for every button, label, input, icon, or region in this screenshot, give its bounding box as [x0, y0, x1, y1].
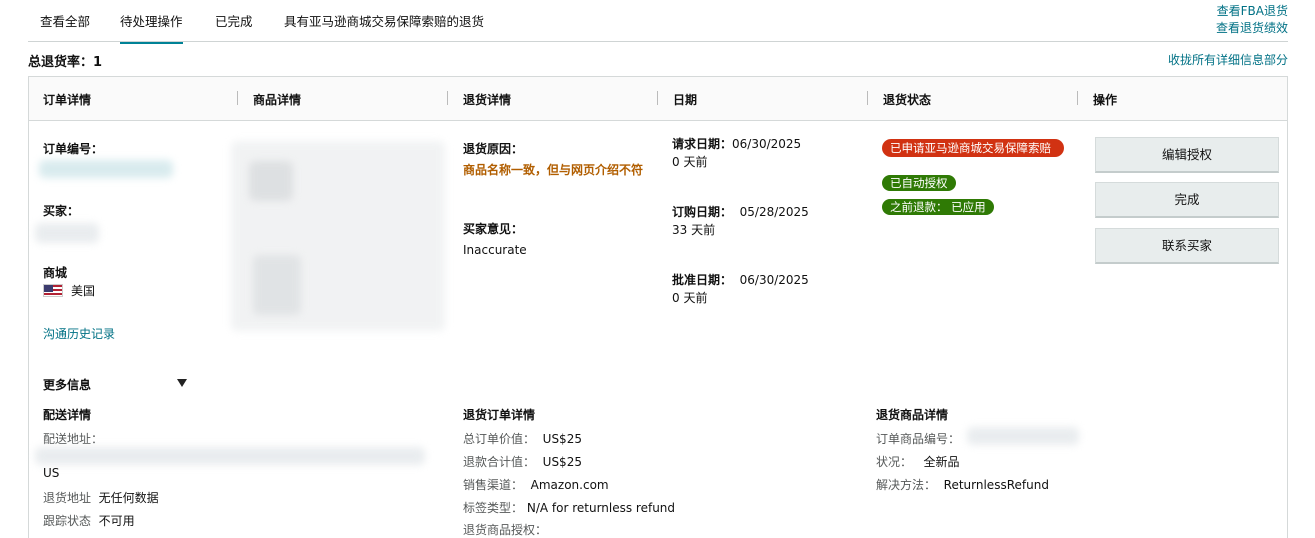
- header-separator: [657, 91, 658, 105]
- return-reason-label: 退货原因：: [463, 142, 524, 156]
- order-number-label: 订单编号：: [43, 142, 104, 156]
- header-return-status: 退货状态: [883, 93, 932, 107]
- approve-date-ago: 0 天前: [672, 291, 708, 305]
- order-number-redacted[interactable]: [39, 160, 173, 178]
- header-actions: 操作: [1093, 93, 1118, 107]
- shipping-country: US: [43, 466, 60, 480]
- view-return-performance-link[interactable]: 查看退货绩效: [1216, 20, 1288, 37]
- buyer-name-redacted[interactable]: [35, 223, 99, 243]
- request-date: 请求日期：06/30/2025: [672, 135, 801, 152]
- tracking-status-value: 不可用: [98, 514, 135, 528]
- refund-total: 退款合计值： US$25: [463, 453, 582, 470]
- order-date-ago: 33 天前: [672, 223, 716, 237]
- buyer-label: 买家：: [43, 204, 80, 218]
- approve-date-label: 批准日期：: [672, 273, 733, 287]
- return-address-label: 退货地址: [43, 491, 92, 505]
- approve-date: 批准日期： 06/30/2025: [672, 271, 809, 288]
- request-date-label: 请求日期：: [672, 137, 733, 151]
- shipping-address-redacted: [35, 447, 425, 465]
- contact-buyer-button[interactable]: 联系买家: [1095, 228, 1279, 264]
- edit-authorization-button[interactable]: 编辑授权: [1095, 137, 1279, 173]
- header-dates: 日期: [673, 93, 698, 107]
- atoz-claim-badge: 已申请亚马逊商城交易保障索赔: [882, 139, 1064, 157]
- resolution-method-label: 解决方法：: [876, 478, 937, 492]
- item-condition-label: 状况：: [876, 455, 913, 469]
- returns-table: 订单详情 商品详情 退货详情 日期 退货状态 操作 订单编号： 买家： 商城 美…: [28, 76, 1288, 538]
- buyer-comment-label: 买家意见：: [463, 222, 524, 236]
- item-condition-value: 全新品: [923, 455, 960, 469]
- header-separator: [447, 91, 448, 105]
- order-item-id-redacted: [967, 427, 1079, 445]
- order-date-label: 订购日期：: [672, 205, 733, 219]
- refund-total-label: 退款合计值：: [463, 455, 536, 469]
- return-address-value: 无任何数据: [98, 491, 159, 505]
- order-date: 订购日期： 05/28/2025: [672, 203, 809, 220]
- marketplace-value: 美国: [43, 282, 95, 299]
- us-flag-icon: [43, 284, 63, 297]
- marketplace-country: 美国: [71, 284, 96, 298]
- collapse-all-link[interactable]: 收拢所有详细信息部分: [1168, 51, 1288, 68]
- tracking-status-label: 跟踪状态: [43, 514, 92, 528]
- more-info-toggle[interactable]: 更多信息: [43, 376, 91, 393]
- order-item-id-label: 订单商品编号：: [876, 432, 961, 446]
- sales-channel: 销售渠道： Amazon.com: [463, 476, 609, 493]
- label-type: 标签类型： N/A for returnless refund: [463, 499, 675, 516]
- return-rate: 总退货率：1: [28, 55, 103, 70]
- auto-authorized-badge: 已自动授权: [882, 175, 956, 191]
- return-item-details-title: 退货商品详情: [876, 408, 949, 422]
- request-date-value: 06/30/2025: [732, 137, 802, 151]
- resolution-method: 解决方法： ReturnlessRefund: [876, 476, 1049, 493]
- header-product-details: 商品详情: [253, 93, 302, 107]
- table-header: 订单详情 商品详情 退货详情 日期 退货状态 操作: [29, 77, 1287, 121]
- header-separator: [867, 91, 868, 105]
- return-reason-value: 商品名称一致，但与网页介绍不符: [463, 163, 644, 177]
- total-order-value: 总订单价值： US$25: [463, 430, 582, 447]
- prior-refund-badge: 之前退款： 已应用: [882, 199, 994, 215]
- tracking-status: 跟踪状态 不可用: [43, 512, 135, 529]
- tab-atoz-claims[interactable]: 具有亚马逊商城交易保障索赔的退货: [284, 11, 484, 42]
- item-condition: 状况： 全新品: [876, 453, 959, 470]
- refund-total-amount: US$25: [542, 455, 582, 469]
- header-separator: [1077, 91, 1078, 105]
- product-image-redacted: [249, 161, 293, 201]
- approve-date-value: 06/30/2025: [739, 273, 809, 287]
- header-separator: [237, 91, 238, 105]
- sales-channel-value: Amazon.com: [530, 478, 609, 492]
- chevron-down-icon[interactable]: [177, 379, 187, 387]
- return-order-details-title: 退货订单详情: [463, 408, 536, 422]
- tab-completed[interactable]: 已完成: [215, 11, 253, 42]
- return-address: 退货地址 无任何数据: [43, 489, 159, 506]
- top-links: 查看FBA退货 查看退货绩效: [1216, 3, 1288, 37]
- tab-bar: 查看全部 待处理操作 已完成 具有亚马逊商城交易保障索赔的退货: [28, 0, 1288, 44]
- header-return-details: 退货详情: [463, 93, 512, 107]
- request-date-ago: 0 天前: [672, 155, 708, 169]
- total-order-value-label: 总订单价值：: [463, 432, 536, 446]
- shipping-details-title: 配送详情: [43, 408, 92, 422]
- sales-channel-label: 销售渠道：: [463, 478, 524, 492]
- tab-view-all[interactable]: 查看全部: [40, 11, 90, 42]
- order-date-value: 05/28/2025: [739, 205, 809, 219]
- label-type-value: N/A for returnless refund: [526, 501, 676, 515]
- buyer-comment-value: Inaccurate: [463, 243, 527, 257]
- shipping-address-label: 配送地址：: [43, 432, 104, 446]
- resolution-method-value: ReturnlessRefund: [943, 478, 1049, 492]
- header-order-details: 订单详情: [43, 93, 92, 107]
- total-order-value-amount: US$25: [542, 432, 582, 446]
- label-type-label: 标签类型：: [463, 501, 524, 515]
- return-item-auth-label: 退货商品授权：: [463, 523, 548, 537]
- tab-pending-actions[interactable]: 待处理操作: [120, 11, 183, 44]
- marketplace-label: 商城: [43, 266, 68, 280]
- view-fba-returns-link[interactable]: 查看FBA退货: [1216, 3, 1288, 20]
- product-image-redacted: [253, 255, 301, 315]
- communication-history-link[interactable]: 沟通历史记录: [43, 325, 115, 342]
- complete-button[interactable]: 完成: [1095, 182, 1279, 218]
